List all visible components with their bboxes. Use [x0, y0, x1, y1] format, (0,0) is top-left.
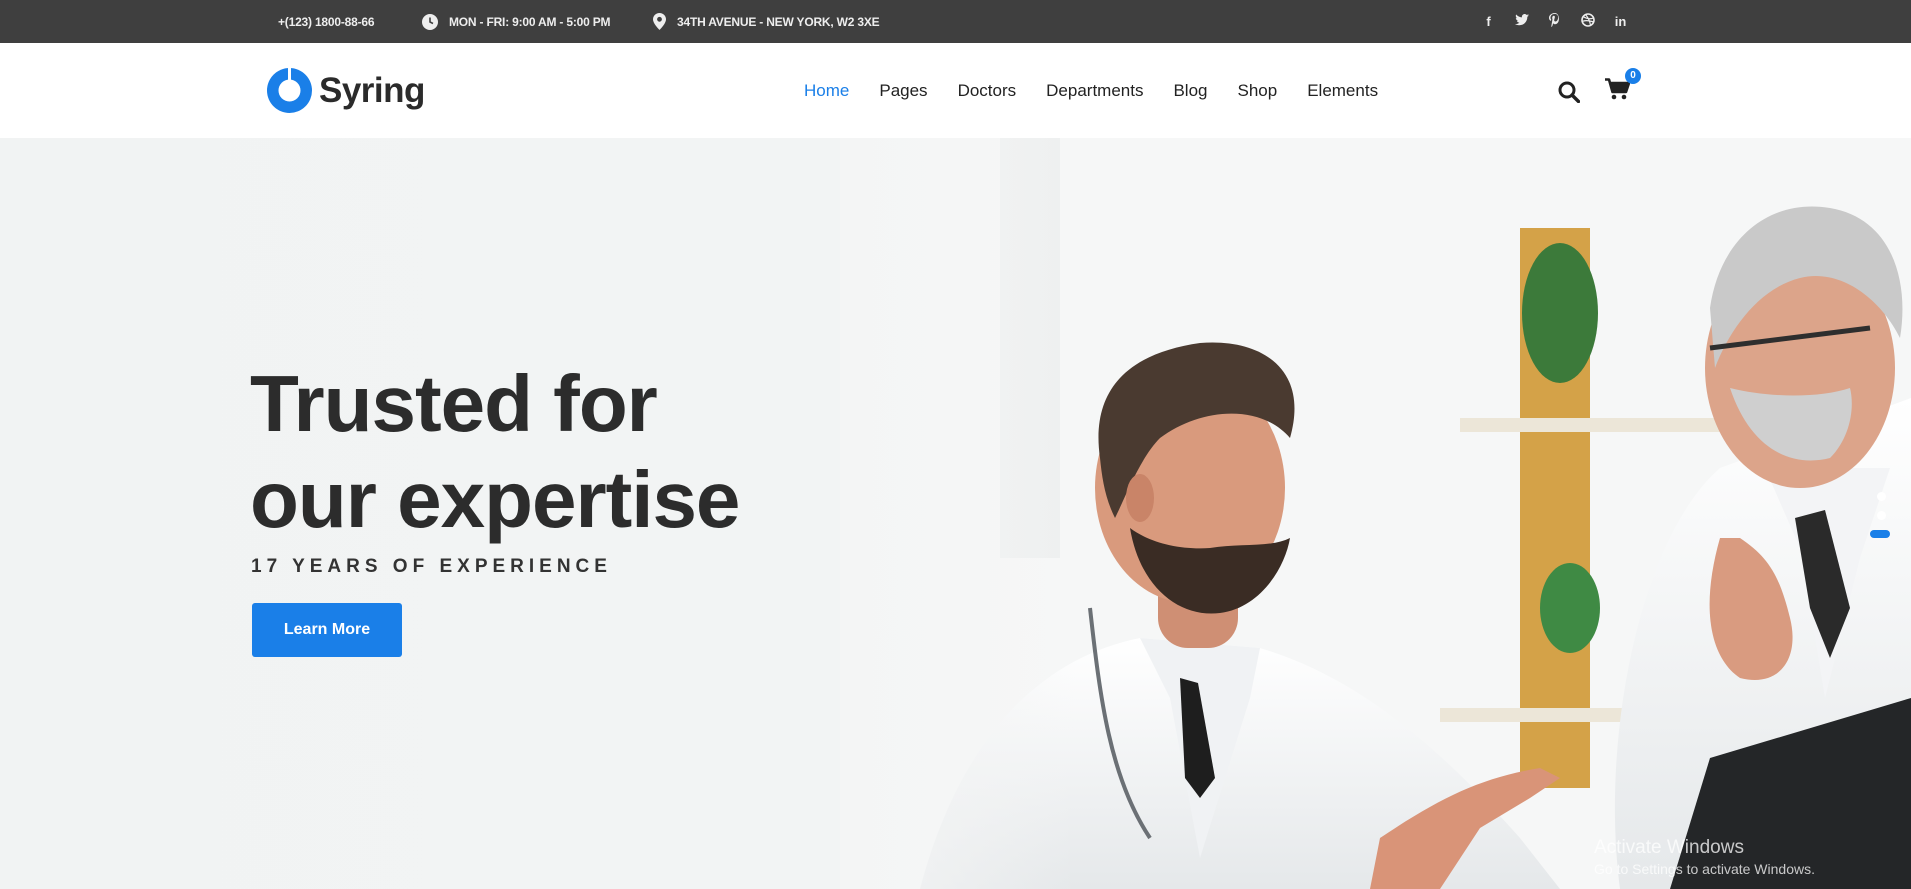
hero-doctors-image — [840, 138, 1911, 889]
nav-item-doctors[interactable]: Doctors — [958, 81, 1017, 101]
windows-activation-watermark: Activate Windows Go to Settings to activ… — [1594, 837, 1815, 877]
nav-item-shop[interactable]: Shop — [1238, 81, 1278, 101]
slider-dot-3[interactable] — [1870, 530, 1890, 538]
nav-item-home[interactable]: Home — [804, 81, 849, 101]
cart-button[interactable]: 0 — [1605, 68, 1641, 105]
logo-text: Syring — [319, 70, 425, 110]
hero-subtitle: 17 YEARS OF EXPERIENCE — [251, 556, 612, 577]
map-pin-icon — [653, 13, 666, 30]
hero-title-line1: Trusted for — [250, 359, 658, 448]
address-info: 34TH AVENUE - NEW YORK, W2 3XE — [653, 0, 880, 43]
learn-more-button[interactable]: Learn More — [252, 603, 402, 657]
address-text: 34TH AVENUE - NEW YORK, W2 3XE — [677, 14, 880, 29]
slider-pagination — [1870, 492, 1890, 552]
linkedin-icon[interactable]: in — [1604, 14, 1637, 29]
hours-text: MON - FRI: 9:00 AM - 5:00 PM — [449, 14, 611, 29]
watermark-line1: Activate Windows — [1594, 837, 1744, 858]
nav-item-departments[interactable]: Departments — [1046, 81, 1143, 101]
nav-item-elements[interactable]: Elements — [1307, 81, 1378, 101]
hours-info: MON - FRI: 9:00 AM - 5:00 PM — [422, 0, 611, 43]
nav-item-pages[interactable]: Pages — [879, 81, 927, 101]
slider-dot-2[interactable] — [1877, 511, 1886, 520]
clock-icon — [422, 13, 438, 30]
logo-icon — [267, 68, 312, 113]
logo[interactable]: Syring — [267, 68, 425, 113]
pinterest-icon[interactable] — [1538, 13, 1571, 30]
main-nav: Home Pages Doctors Departments Blog Shop… — [804, 43, 1408, 138]
hero-slider: Trusted for our expertise 17 YEARS OF EX… — [0, 138, 1911, 889]
nav-item-blog[interactable]: Blog — [1173, 81, 1207, 101]
phone-info: +(123) 1800-88-66 — [278, 0, 375, 43]
phone-text: +(123) 1800-88-66 — [278, 14, 375, 29]
search-icon[interactable] — [1558, 81, 1580, 103]
social-links: f in — [1472, 0, 1637, 43]
main-header: Syring Home Pages Doctors Departments Bl… — [0, 43, 1911, 138]
slider-dot-1[interactable] — [1877, 492, 1886, 501]
header-actions: 0 — [1558, 68, 1641, 105]
dribbble-icon[interactable] — [1571, 13, 1604, 30]
watermark-line2: Go to Settings to activate Windows. — [1594, 861, 1815, 877]
facebook-icon[interactable]: f — [1472, 14, 1505, 29]
top-bar: +(123) 1800-88-66 MON - FRI: 9:00 AM - 5… — [0, 0, 1911, 43]
hero-title-line2: our expertise — [250, 455, 740, 544]
cart-count-badge: 0 — [1625, 68, 1641, 84]
hero-title: Trusted for our expertise — [250, 356, 740, 548]
twitter-icon[interactable] — [1505, 14, 1538, 29]
